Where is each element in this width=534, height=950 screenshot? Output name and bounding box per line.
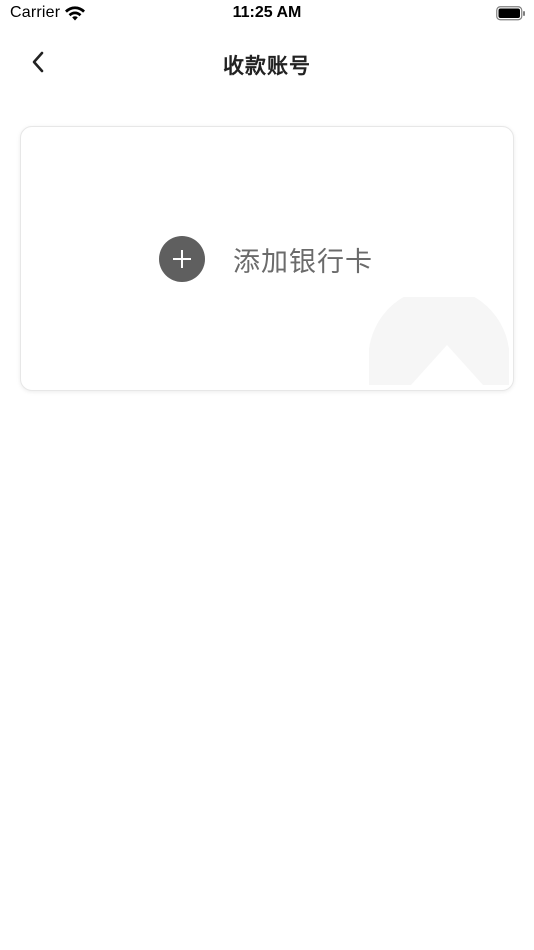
page-title: 收款账号	[223, 54, 311, 78]
add-bank-card-label: 添加银行卡	[233, 246, 373, 278]
add-bank-card-button[interactable]: 添加银行卡	[20, 126, 514, 391]
plus-circle-icon	[159, 236, 205, 282]
status-time: 11:25 AM	[232, 4, 302, 21]
status-bar: Carrier 11:25 AM	[0, 0, 534, 28]
battery-icon	[496, 6, 526, 21]
card-watermark-icon	[368, 287, 511, 385]
add-bank-card-row: 添加银行卡	[159, 236, 373, 282]
nav-bar: 收款账号	[0, 40, 534, 86]
